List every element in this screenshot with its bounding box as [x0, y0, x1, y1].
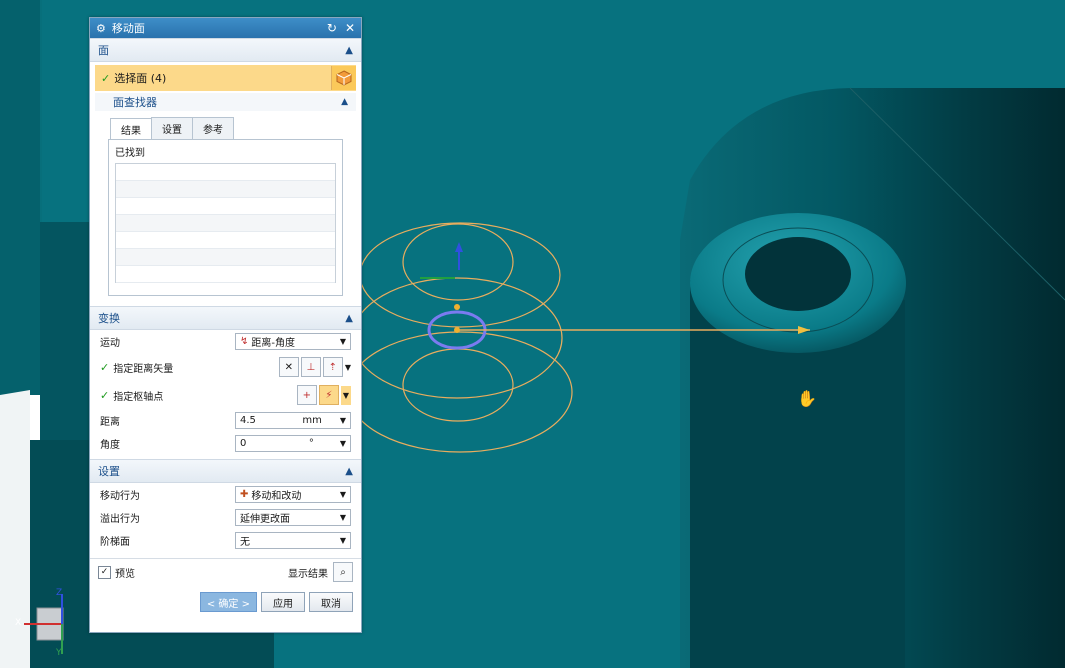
- dropdown-arrow-icon[interactable]: ▼: [340, 439, 346, 448]
- triad-z-label: Z: [56, 588, 63, 598]
- step-face-label: 阶梯面: [100, 537, 130, 548]
- face-cube-icon[interactable]: [331, 66, 356, 90]
- dropdown-arrow-icon: ▼: [339, 513, 346, 522]
- face-finder-header[interactable]: 面查找器 ▲: [95, 93, 356, 111]
- checkmark-icon: ✓: [100, 360, 110, 374]
- move-change-icon: ✚: [240, 489, 249, 500]
- overflow-select[interactable]: 延伸更改面 ▼: [235, 509, 351, 526]
- distance-vector-label: 指定距离矢量: [113, 363, 174, 375]
- tab-settings[interactable]: 设置: [151, 117, 193, 139]
- face-finder-tabs: 结果 设置 参考: [110, 117, 361, 140]
- show-result-label: 显示结果: [288, 568, 328, 580]
- overflow-label: 溢出行为: [100, 514, 140, 525]
- preview-checkbox[interactable]: ✓: [98, 565, 111, 579]
- reset-icon[interactable]: ↻: [327, 21, 337, 35]
- results-panel: 已找到: [108, 139, 343, 296]
- select-face-row[interactable]: ✓ 选择面 (4): [95, 65, 356, 91]
- pivot-point-label: 指定枢轴点: [113, 391, 164, 403]
- found-label: 已找到: [115, 148, 145, 159]
- move-behavior-label: 移动行为: [100, 491, 140, 502]
- vector-dialog-icon[interactable]: ✕: [278, 357, 299, 377]
- dialog-titlebar[interactable]: ⚙ 移动面 ↻ ✕: [90, 18, 361, 38]
- angle-label: 角度: [100, 440, 120, 451]
- dropdown-arrow-icon[interactable]: ▼: [340, 385, 351, 405]
- dropdown-arrow-icon[interactable]: ▼: [345, 363, 351, 372]
- chevron-up-icon: ▲: [345, 44, 353, 56]
- move-behavior-select[interactable]: ✚ 移动和改动 ▼: [235, 486, 351, 503]
- motion-label: 运动: [100, 338, 120, 349]
- distance-input[interactable]: 4.5 mm ▼: [235, 412, 351, 429]
- step-face-select[interactable]: 无 ▼: [235, 532, 351, 549]
- triad-y-label: Y: [56, 648, 62, 658]
- overflow-row: 溢出行为 延伸更改面 ▼: [90, 506, 361, 529]
- point-dialog-icon[interactable]: +: [296, 385, 317, 405]
- distance-vector-row: ✓ 指定距离矢量 ✕ ⊥ ⇡ ▼: [90, 353, 361, 381]
- preview-label: 预览: [115, 568, 135, 580]
- dropdown-arrow-icon[interactable]: ▼: [340, 416, 346, 425]
- transform-section-header[interactable]: 变换 ▲: [90, 306, 361, 330]
- dialog-buttons: < 确定 > 应用 取消: [90, 589, 361, 615]
- close-icon[interactable]: ✕: [345, 21, 355, 35]
- cancel-button[interactable]: 取消: [309, 592, 353, 612]
- ok-button[interactable]: < 确定 >: [199, 592, 257, 612]
- move-behavior-row: 移动行为 ✚ 移动和改动 ▼: [90, 483, 361, 506]
- tab-results[interactable]: 结果: [110, 118, 152, 140]
- pivot-point-row: ✓ 指定枢轴点 + ⚡ ▼: [90, 381, 361, 409]
- hand-cursor-icon: ✋: [797, 389, 817, 408]
- face-section-header[interactable]: 面 ▲: [90, 38, 361, 62]
- dropdown-arrow-icon: ▼: [339, 536, 346, 545]
- chevron-up-icon: ▲: [345, 465, 353, 477]
- dropdown-arrow-icon: ▼: [339, 490, 346, 499]
- motion-row: 运动 ↯ 距离-角度 ▼: [90, 330, 361, 353]
- distance-angle-icon: ↯: [240, 336, 249, 347]
- tab-reference[interactable]: 参考: [192, 117, 234, 139]
- inferred-vector-icon[interactable]: ⊥: [300, 357, 321, 377]
- chevron-up-icon: ▲: [345, 312, 353, 324]
- preview-row: ✓ 预览 显示结果 ⌕: [90, 558, 361, 585]
- dropdown-arrow-icon: ▼: [339, 337, 346, 346]
- select-face-label: 选择面 (4): [114, 72, 167, 85]
- apply-button[interactable]: 应用: [261, 592, 305, 612]
- settings-section-header[interactable]: 设置 ▲: [90, 459, 361, 483]
- found-list[interactable]: [115, 163, 336, 283]
- vector-direction-icon[interactable]: ⇡: [322, 357, 343, 377]
- dialog-title: 移动面: [111, 22, 145, 35]
- magnifier-icon[interactable]: ⌕: [333, 562, 353, 582]
- checkmark-icon: ✓: [101, 71, 111, 85]
- point-snap-icon[interactable]: ⚡: [318, 385, 339, 405]
- chevron-up-icon: ▲: [341, 97, 348, 107]
- move-face-dialog: ⚙ 移动面 ↻ ✕ 面 ▲ ✓ 选择面 (4) 面查找器 ▲ 结果 设置 参考 …: [89, 17, 362, 633]
- distance-unit: mm: [302, 415, 322, 426]
- distance-row: 距离 4.5 mm ▼: [90, 409, 361, 432]
- angle-row: 角度 0 ° ▼: [90, 432, 361, 455]
- checkmark-icon: ✓: [100, 388, 110, 402]
- triad-x-label: X: [15, 618, 22, 628]
- angle-input[interactable]: 0 ° ▼: [235, 435, 351, 452]
- step-face-row: 阶梯面 无 ▼: [90, 529, 361, 552]
- angle-unit: °: [308, 438, 314, 449]
- motion-select[interactable]: ↯ 距离-角度 ▼: [235, 333, 351, 350]
- hole: [745, 237, 851, 311]
- distance-label: 距离: [100, 417, 120, 428]
- gear-icon: ⚙: [96, 21, 106, 35]
